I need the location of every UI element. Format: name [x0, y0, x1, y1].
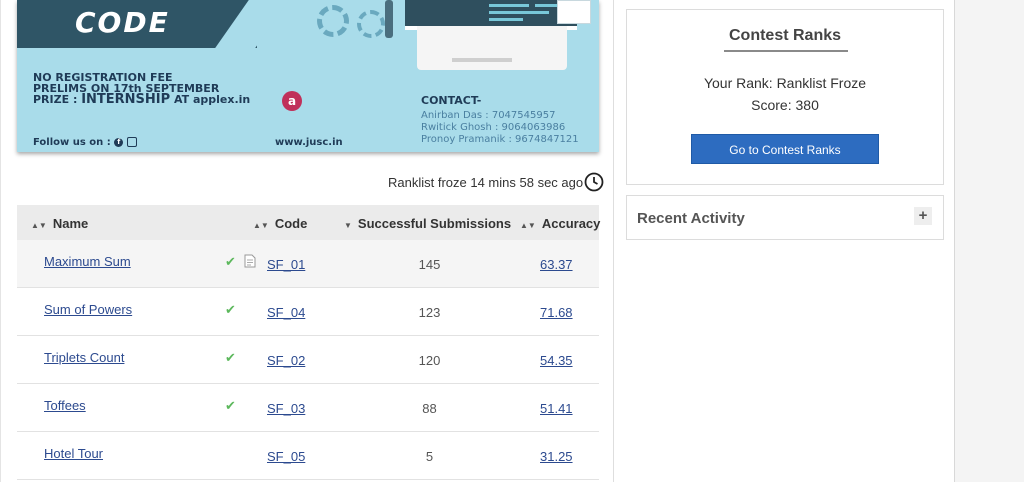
page: CODE NO REGISTRATION FEE PRELIMS ON 17th… [0, 0, 955, 482]
applex-logo: a [282, 91, 302, 111]
column-header-code-label: Code [274, 216, 308, 231]
document-illustration [557, 0, 591, 24]
column-header-accuracy-label: Accuracy [541, 216, 601, 231]
contest-ranks-card: Contest Ranks Your Rank: Ranklist Froze … [626, 9, 944, 185]
accuracy-link[interactable]: 54.35 [540, 353, 573, 368]
recent-activity-title: Recent Activity [637, 210, 745, 227]
recent-activity-card: Recent Activity + [626, 195, 944, 240]
your-rank-text: Your Rank: Ranklist Froze [703, 75, 867, 91]
accuracy-link[interactable]: 71.68 [540, 305, 573, 320]
doc-icon[interactable] [244, 254, 256, 268]
check-icon: ✔ [225, 398, 236, 413]
banner-follow: Follow us on : f [33, 137, 137, 148]
contest-ranks-underline [724, 50, 848, 52]
clock-icon [584, 172, 604, 192]
check-icon: ✔ [225, 302, 236, 317]
successful-submissions: 123 [418, 305, 441, 320]
ranklist-status: Ranklist froze 14 mins 58 sec ago [388, 175, 584, 190]
go-to-contest-ranks-button[interactable]: Go to Contest Ranks [691, 134, 879, 164]
problems-table: ▲▼ Name ▲▼ Code ▼ Successful Submissions ▲▼… [17, 205, 600, 480]
accuracy-link[interactable]: 31.25 [540, 449, 573, 464]
banner-contact-heading: CONTACT- [421, 94, 482, 107]
table-row: Toffees ✔ SF_03 88 51.41 [17, 384, 599, 432]
problem-name-link[interactable]: Hotel Tour [44, 446, 103, 461]
problem-code-link[interactable]: SF_02 [267, 353, 305, 368]
column-header-name-label: Name [52, 216, 89, 231]
problem-code-link[interactable]: SF_03 [267, 401, 305, 416]
accuracy-link[interactable]: 63.37 [540, 257, 573, 272]
table-row: Sum of Powers ✔ SF_04 123 71.68 [17, 288, 599, 336]
facebook-icon: f [114, 137, 124, 147]
banner-contact: Pronoy Pramanik : 9674847121 [421, 134, 579, 145]
problem-code-link[interactable]: SF_05 [267, 449, 305, 464]
problem-name-link[interactable]: Triplets Count [44, 350, 124, 365]
check-icon: ✔ [225, 254, 236, 269]
table-row: Triplets Count ✔ SF_02 120 54.35 [17, 336, 599, 384]
sort-desc-icon: ▼ [344, 221, 352, 230]
problem-name-link[interactable]: Sum of Powers [44, 302, 132, 317]
left-border [0, 0, 1, 482]
successful-submissions: 88 [422, 401, 437, 416]
instagram-icon [126, 137, 137, 147]
gear-icon [357, 10, 385, 38]
table-row: Maximum Sum ✔ SF_01 145 63.37 [17, 240, 599, 288]
laptop-keyboard [417, 26, 567, 70]
banner-follow-text: Follow us on : [33, 137, 111, 148]
plus-icon[interactable]: + [914, 207, 932, 225]
sort-icon: ▲▼ [31, 221, 47, 230]
problem-code-link[interactable]: SF_01 [267, 257, 305, 272]
banner-code-text: CODE [75, 6, 170, 39]
table-row: Hotel Tour SF_05 5 31.25 [17, 432, 599, 480]
problem-name-link[interactable]: Maximum Sum [44, 254, 131, 269]
table-header: ▲▼ Name ▲▼ Code ▼ Successful Submissions ▲▼… [17, 205, 600, 240]
banner-contact: Rwitick Ghosh : 9064063986 [421, 122, 566, 133]
contest-banner: CODE NO REGISTRATION FEE PRELIMS ON 17th… [17, 0, 599, 152]
accuracy-link[interactable]: 51.41 [540, 401, 573, 416]
contest-ranks-title: Contest Ranks [728, 27, 842, 44]
sort-icon: ▲▼ [520, 221, 536, 230]
column-divider [613, 0, 614, 482]
wrench-icon [385, 0, 393, 38]
banner-contact: Anirban Das : 7047545957 [421, 110, 556, 121]
column-header-code[interactable]: ▲▼ Code [253, 216, 307, 231]
banner-website: www.jusc.in [275, 137, 343, 148]
column-header-accuracy[interactable]: ▲▼ Accuracy [520, 216, 600, 231]
score-text: Score: 380 [751, 97, 819, 113]
problem-code-link[interactable]: SF_04 [267, 305, 305, 320]
gear-icon [317, 5, 349, 37]
banner-info-prefix: PRIZE : [33, 93, 82, 106]
check-icon: ✔ [225, 350, 236, 365]
banner-info: NO REGISTRATION FEE PRELIMS ON 17th SEPT… [33, 72, 251, 107]
column-header-name[interactable]: ▲▼ Name [31, 216, 88, 231]
successful-submissions: 145 [418, 257, 441, 272]
successful-submissions: 5 [425, 449, 434, 464]
sort-icon: ▲▼ [253, 221, 269, 230]
column-header-submissions[interactable]: ▼ Successful Submissions [344, 216, 511, 231]
banner-info-suffix: AT applex.in [170, 93, 251, 106]
column-header-submissions-label: Successful Submissions [357, 216, 512, 231]
problem-name-link[interactable]: Toffees [44, 398, 86, 413]
banner-info-internship: INTERNSHIP [81, 92, 171, 107]
successful-submissions: 120 [418, 353, 441, 368]
